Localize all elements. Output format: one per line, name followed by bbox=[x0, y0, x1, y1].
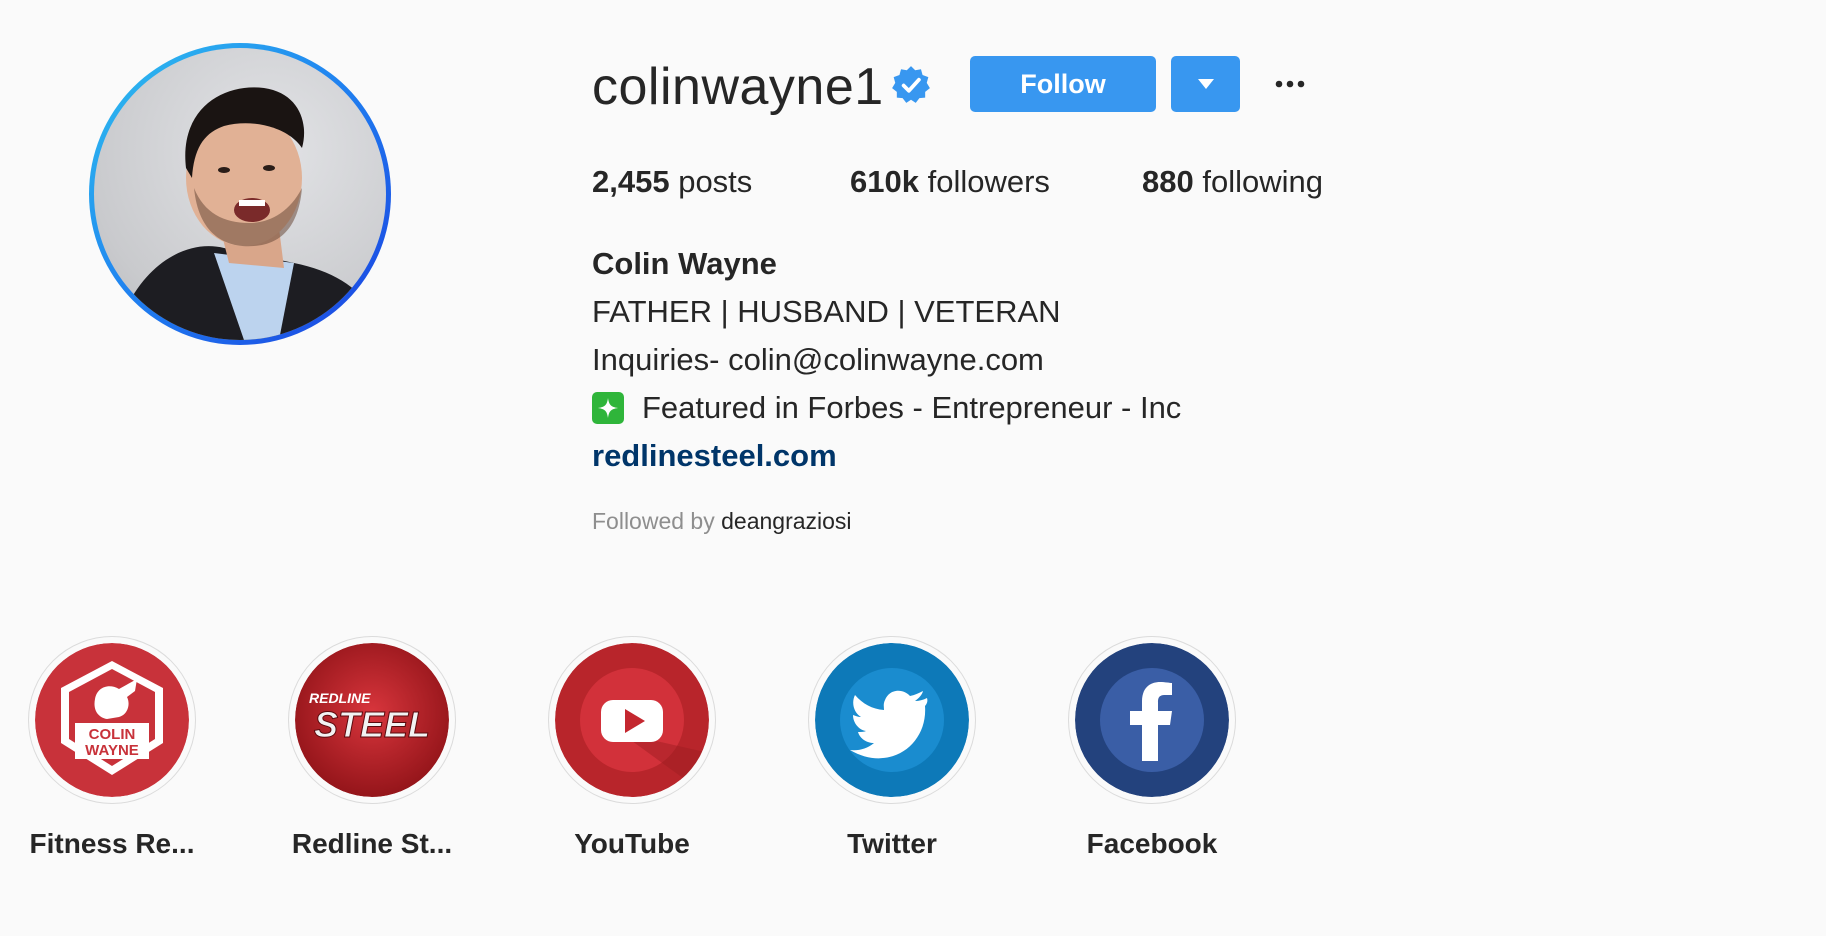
highlight-ring bbox=[808, 636, 976, 804]
bio-line-featured: Featured in Forbes - Entrepreneur - Inc bbox=[592, 388, 1181, 428]
story-highlight[interactable]: COLIN WAYNE Fitness Re... bbox=[27, 636, 197, 862]
followed-by-prefix: Followed by bbox=[592, 508, 715, 534]
followers-count: 610k bbox=[850, 164, 919, 199]
posts-stat: 2,455 posts bbox=[592, 162, 752, 202]
logo-text: COLIN bbox=[89, 726, 136, 743]
username: colinwayne1 bbox=[592, 58, 884, 116]
profile-avatar[interactable] bbox=[94, 48, 386, 340]
verified-badge-icon bbox=[890, 64, 932, 106]
following-count: 880 bbox=[1142, 164, 1194, 199]
story-highlight[interactable]: Twitter bbox=[807, 636, 977, 862]
highlight-ring bbox=[548, 636, 716, 804]
youtube-icon bbox=[555, 643, 709, 797]
highlight-label: Twitter bbox=[847, 828, 937, 859]
bio-line: FATHER | HUSBAND | VETERAN bbox=[592, 294, 1061, 329]
story-highlight[interactable]: REDLINE STEEL Redline St... bbox=[287, 636, 457, 862]
bio-line: Inquiries- colin@colinwayne.com bbox=[592, 342, 1044, 377]
bio-featured-text: Featured in Forbes - Entrepreneur - Inc bbox=[642, 390, 1182, 425]
following-label: following bbox=[1202, 164, 1323, 199]
posts-count: 2,455 bbox=[592, 164, 670, 199]
twitter-icon bbox=[815, 643, 969, 797]
redline-steel-logo-icon: REDLINE STEEL bbox=[295, 643, 449, 797]
highlight-ring: COLIN WAYNE bbox=[28, 636, 196, 804]
highlight-label: Facebook bbox=[1086, 828, 1218, 859]
more-options-button[interactable] bbox=[1270, 66, 1310, 102]
sparkle-icon bbox=[592, 392, 624, 424]
followers-label: followers bbox=[927, 164, 1050, 199]
highlight-label: Redline St... bbox=[291, 828, 453, 859]
website-link[interactable]: redlinesteel.com bbox=[592, 436, 837, 476]
ellipsis-icon bbox=[1275, 80, 1305, 88]
followed-by: Followed by deangraziosi bbox=[592, 506, 852, 536]
follow-button[interactable]: Follow bbox=[970, 56, 1156, 112]
highlight-ring bbox=[1068, 636, 1236, 804]
story-highlight[interactable]: YouTube bbox=[547, 636, 717, 862]
highlight-label: Fitness Re... bbox=[29, 828, 195, 859]
following-stat[interactable]: 880 following bbox=[1142, 162, 1323, 202]
highlight-ring: REDLINE STEEL bbox=[288, 636, 456, 804]
facebook-icon bbox=[1075, 643, 1229, 797]
colin-wayne-logo-icon: COLIN WAYNE bbox=[35, 643, 189, 797]
followers-stat[interactable]: 610k followers bbox=[850, 162, 1050, 202]
profile-photo bbox=[114, 87, 386, 340]
followed-by-user-link[interactable]: deangraziosi bbox=[721, 508, 851, 534]
posts-label: posts bbox=[678, 164, 753, 199]
highlight-label: YouTube bbox=[574, 828, 690, 859]
logo-text: STEEL bbox=[314, 704, 430, 745]
logo-text: WAYNE bbox=[85, 742, 139, 759]
caret-down-icon bbox=[1197, 79, 1214, 89]
suggested-accounts-dropdown-button[interactable] bbox=[1171, 56, 1240, 112]
story-highlight[interactable]: Facebook bbox=[1067, 636, 1237, 862]
profile-avatar-ring[interactable] bbox=[89, 43, 391, 345]
full-name: Colin Wayne bbox=[592, 246, 777, 281]
